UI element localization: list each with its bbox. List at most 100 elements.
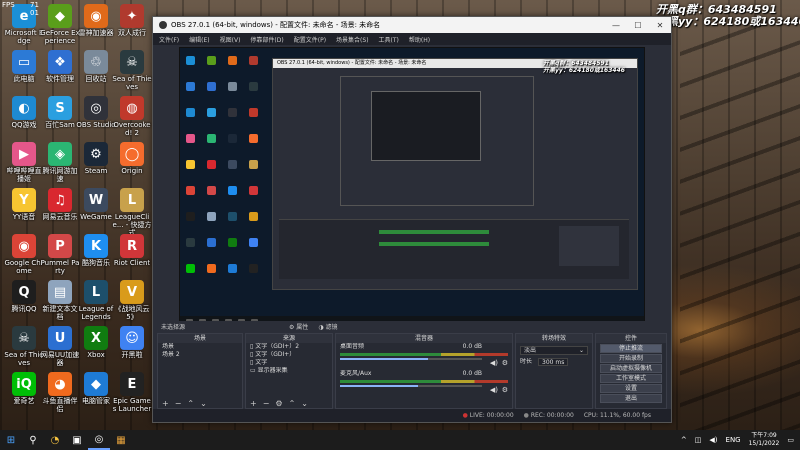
- chevron-down-icon: ⌄: [578, 347, 584, 354]
- desktop-icon[interactable]: S 百忙Sam: [40, 96, 80, 129]
- desktop-icon-label: 新建文本文档: [42, 305, 78, 321]
- desktop-icon[interactable]: L LeagueClie... - 快捷方式: [112, 188, 152, 237]
- notification-icon[interactable]: ▭: [787, 436, 794, 444]
- desktop-icon[interactable]: X Xbox: [76, 326, 116, 359]
- move-up-icon[interactable]: ⌃: [187, 399, 194, 408]
- network-icon[interactable]: ◫: [695, 436, 702, 444]
- scene-item[interactable]: 场景: [158, 343, 242, 351]
- studio-mode-button[interactable]: 工作室模式: [600, 374, 662, 383]
- properties-button[interactable]: ⚙ 属性: [289, 322, 308, 331]
- menu-edit[interactable]: 编辑(E): [189, 35, 209, 44]
- scene-item[interactable]: 场景 2: [158, 351, 242, 359]
- menu-file[interactable]: 文件(F): [159, 35, 179, 44]
- obs-window[interactable]: OBS 27.0.1 (64-bit, windows) - 配置文件: 未命名…: [152, 16, 672, 423]
- move-down-icon[interactable]: ⌄: [301, 399, 308, 408]
- menu-view[interactable]: 视图(V): [220, 35, 241, 44]
- desktop-icon[interactable]: ◉ 雷神加速器: [76, 4, 116, 37]
- desktop-icon[interactable]: ◐ QQ游戏: [4, 96, 44, 129]
- desktop-icon[interactable]: ◆ 电脑管家: [76, 372, 116, 405]
- source-item[interactable]: ▯ 文字（GDI+）: [246, 351, 332, 359]
- desktop-icon[interactable]: W WeGame: [76, 188, 116, 221]
- remove-scene-button[interactable]: −: [175, 399, 182, 408]
- menu-scene-collection[interactable]: 场景集合(S): [336, 35, 369, 44]
- close-button[interactable]: ✕: [649, 17, 671, 33]
- desktop-icon[interactable]: ☺ 开黑啦: [112, 326, 152, 359]
- app-icon: ❖: [48, 50, 72, 74]
- app-icon: ✦: [120, 4, 144, 28]
- language-indicator[interactable]: ENG: [726, 436, 741, 444]
- desktop-icon[interactable]: ✦ 双人成行: [112, 4, 152, 37]
- desktop-icon[interactable]: K 酷狗音乐: [76, 234, 116, 267]
- minimize-button[interactable]: —: [605, 17, 627, 33]
- source-settings-icon[interactable]: ⚙: [275, 399, 282, 408]
- volume-icon[interactable]: ◀): [709, 436, 717, 444]
- start-virtual-camera-button[interactable]: 启动虚拟摄像机: [600, 364, 662, 373]
- track-settings-icon[interactable]: ⚙: [502, 386, 508, 394]
- desktop-icon[interactable]: ❖ 软件管理: [40, 50, 80, 83]
- maximize-button[interactable]: ☐: [627, 17, 649, 33]
- volume-slider[interactable]: [340, 358, 482, 360]
- source-item[interactable]: ▯ 文字（GDI+）2: [246, 343, 332, 351]
- audio-meter: [340, 380, 508, 383]
- search-icon[interactable]: ⚲: [22, 430, 44, 450]
- desktop-icon[interactable]: ◉ Google Chrome: [4, 234, 44, 275]
- speaker-icon[interactable]: ◀): [490, 386, 498, 394]
- menu-help[interactable]: 帮助(H): [409, 35, 430, 44]
- scenes-dock-toolbar: + − ⌃ ⌄: [158, 398, 242, 408]
- obs-titlebar[interactable]: OBS 27.0.1 (64-bit, windows) - 配置文件: 未命名…: [153, 17, 671, 33]
- duration-input[interactable]: 300 ms: [538, 358, 569, 366]
- desktop-icon[interactable]: E Epic Games Launcher: [112, 372, 152, 413]
- preview-icon: [186, 186, 195, 195]
- desktop-icon[interactable]: ▭ 此电脑: [4, 50, 44, 83]
- start-button[interactable]: ⊞: [0, 430, 22, 450]
- taskbar-app-icon[interactable]: ▣: [66, 430, 88, 450]
- clock[interactable]: 下午7:09 15/1/2022: [749, 432, 780, 448]
- desktop-icon[interactable]: iQ 爱奇艺: [4, 372, 44, 405]
- obs-taskbar-icon[interactable]: ◎: [88, 430, 110, 450]
- tray-chevron-icon[interactable]: ^: [681, 436, 687, 444]
- desktop-icon[interactable]: ◕ 斗鱼直播伴侣: [40, 372, 80, 413]
- desktop-icon[interactable]: Y YY语音: [4, 188, 44, 221]
- desktop-icon[interactable]: ◯ Origin: [112, 142, 152, 175]
- add-scene-button[interactable]: +: [162, 399, 169, 408]
- obs-preview[interactable]: OBS 27.0.1 (64-bit, windows) - 配置文件: 未命名…: [179, 47, 645, 329]
- desktop-icon[interactable]: Q 腾讯QQ: [4, 280, 44, 313]
- desktop-icon[interactable]: R Riot Client: [112, 234, 152, 267]
- desktop-icon[interactable]: ◎ OBS Studio: [76, 96, 116, 129]
- start-recording-button[interactable]: 开始录制: [600, 354, 662, 363]
- taskbar-app-icon[interactable]: ▦: [110, 430, 132, 450]
- desktop-icon[interactable]: ▤ 新建文本文档: [40, 280, 80, 321]
- desktop-icon[interactable]: ▶ 哔哩哔哩直播姬: [4, 142, 44, 183]
- menu-profile[interactable]: 配置文件(P): [294, 35, 326, 44]
- desktop-icon[interactable]: U 网易UU加速器: [40, 326, 80, 367]
- desktop-icon[interactable]: ☠ Sea of Thieves: [112, 50, 152, 91]
- desktop-icon[interactable]: ◍ Overcooked! 2: [112, 96, 152, 137]
- exit-button[interactable]: 退出: [600, 394, 662, 403]
- settings-button[interactable]: 设置: [600, 384, 662, 393]
- desktop-icon[interactable]: L League of Legends: [76, 280, 116, 321]
- stop-streaming-button[interactable]: 停止推流: [600, 344, 662, 353]
- track-settings-icon[interactable]: ⚙: [502, 359, 508, 367]
- move-up-icon[interactable]: ⌃: [289, 399, 296, 408]
- remove-source-button[interactable]: −: [263, 399, 270, 408]
- desktop-icon[interactable]: ◈ 腾讯网游加速: [40, 142, 80, 183]
- desktop-icon[interactable]: ☠ Sea of Thieves: [4, 326, 44, 367]
- volume-slider[interactable]: [340, 385, 482, 387]
- desktop-icon[interactable]: ◆ GeForce Experience: [40, 4, 80, 45]
- menu-docks[interactable]: 停靠部件(D): [250, 35, 283, 44]
- add-source-button[interactable]: +: [250, 399, 257, 408]
- desktop-icon[interactable]: V 《战地风云 5》: [112, 280, 152, 321]
- speaker-icon[interactable]: ◀): [490, 359, 498, 367]
- filters-button[interactable]: ◑ 滤镜: [318, 322, 337, 331]
- taskbar-app-icon[interactable]: ◔: [44, 430, 66, 450]
- preview-icon: [249, 212, 258, 221]
- desktop-icon[interactable]: ⚙ Steam: [76, 142, 116, 175]
- transition-select[interactable]: 淡出 ⌄: [520, 346, 588, 355]
- desktop-icon[interactable]: ♲ 回收站: [76, 50, 116, 83]
- move-down-icon[interactable]: ⌄: [200, 399, 207, 408]
- source-item[interactable]: ▯ 文字: [246, 359, 332, 367]
- source-item[interactable]: ▭ 显示器采集: [246, 367, 332, 375]
- desktop-icon[interactable]: P Pummel Party: [40, 234, 80, 275]
- menu-tools[interactable]: 工具(T): [379, 35, 399, 44]
- desktop-icon[interactable]: ♫ 网易云音乐: [40, 188, 80, 221]
